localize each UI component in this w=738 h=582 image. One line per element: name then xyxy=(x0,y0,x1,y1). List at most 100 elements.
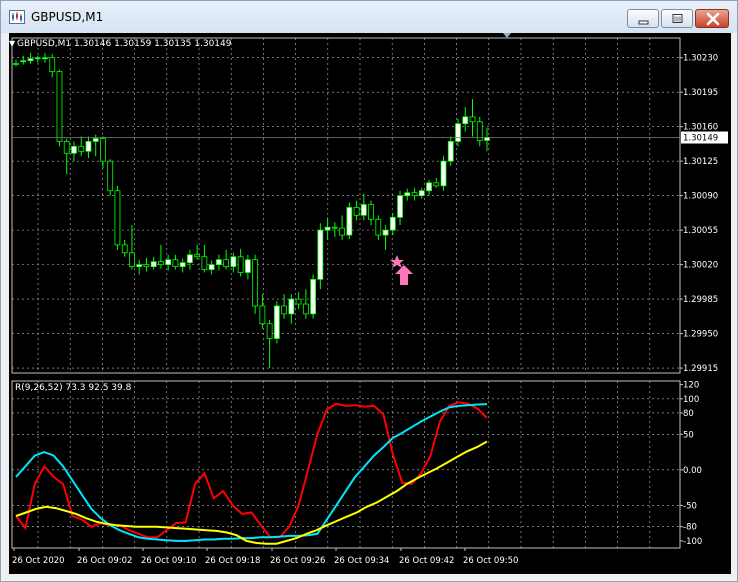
current-price-label: 1.30149 xyxy=(683,134,718,144)
candle-body xyxy=(469,116,476,123)
price-label: 1.29950 xyxy=(683,330,718,340)
main-chart-grid xyxy=(11,33,681,549)
candle-body xyxy=(208,264,215,270)
candle-body xyxy=(426,182,432,192)
buy-signal xyxy=(390,255,413,285)
indicator-level-label: 50 xyxy=(683,430,694,440)
candle-body xyxy=(244,259,251,273)
candle-body xyxy=(187,254,193,264)
candle-body xyxy=(397,195,403,218)
indicator-lines xyxy=(15,401,488,545)
indicator-level-label: 80 xyxy=(683,409,694,419)
time-label: 26 Oct 09:50 xyxy=(463,556,518,566)
candle-body xyxy=(368,204,374,220)
chart-window-icon xyxy=(9,10,25,24)
candle-body xyxy=(121,244,128,254)
candle-body xyxy=(114,190,121,246)
signal-star-icon xyxy=(390,255,404,268)
time-axis: 26 Oct 2020 26 Oct 09:02 26 Oct 09:10 26 Oc… xyxy=(12,548,518,566)
candle-body xyxy=(266,323,273,339)
minimize-button[interactable] xyxy=(627,9,659,28)
candle-body xyxy=(317,229,324,280)
indicator-axis: 120 100 80 50 0.00 -50 -80 -100 xyxy=(680,381,702,547)
time-label: 26 Oct 09:02 xyxy=(77,556,132,566)
candle-body xyxy=(158,261,164,266)
indicator-level-label: 120 xyxy=(683,381,699,391)
candle-body xyxy=(56,71,63,142)
indicator-title: R(9,26,52) 73.3 92.5 39.8 xyxy=(15,383,132,393)
time-label: 26 Oct 09:26 xyxy=(270,556,325,566)
candle-body xyxy=(20,60,27,63)
price-label: 1.30195 xyxy=(683,88,718,98)
candle-body xyxy=(237,256,244,273)
close-button[interactable] xyxy=(695,9,729,28)
chart-header: GBPUSD,M1 1.30146 1.30159 1.30135 1.3014… xyxy=(17,39,232,49)
price-label: 1.29985 xyxy=(683,295,718,305)
candle-body xyxy=(42,57,48,60)
candlestick-series xyxy=(13,52,490,369)
chart-area[interactable]: GBPUSD,M1 1.30146 1.30159 1.30135 1.3014… xyxy=(9,33,731,574)
maximize-button[interactable] xyxy=(661,9,693,28)
indicator-level-label: -100 xyxy=(683,537,702,547)
candle-body xyxy=(259,305,266,325)
candle-body xyxy=(375,218,382,236)
indicator-line xyxy=(15,403,488,542)
shift-marker-icon[interactable] xyxy=(503,33,511,38)
price-label: 1.30055 xyxy=(683,226,718,236)
time-label: 26 Oct 2020 xyxy=(12,556,65,566)
title-bar[interactable]: GBPUSD,M1 xyxy=(1,1,737,33)
candle-body xyxy=(411,192,418,197)
candle-body xyxy=(433,182,440,187)
time-label: 26 Oct 09:10 xyxy=(141,556,196,566)
candle-body xyxy=(179,262,186,267)
candle-body xyxy=(129,252,135,267)
price-label: 1.30020 xyxy=(683,261,718,271)
candle-body xyxy=(455,123,461,142)
candle-body xyxy=(49,57,56,72)
price-label: 1.30090 xyxy=(683,192,718,202)
close-icon xyxy=(706,12,720,26)
candle-body xyxy=(310,278,316,315)
candle-body xyxy=(13,63,19,66)
candle-body xyxy=(34,57,41,60)
candle-body xyxy=(404,192,411,197)
candle-body xyxy=(252,259,259,307)
indicator-level-label: -50 xyxy=(683,501,697,511)
time-label: 26 Oct 09:42 xyxy=(399,556,454,566)
chart-canvas[interactable]: GBPUSD,M1 1.30146 1.30159 1.30135 1.3014… xyxy=(9,33,731,574)
chart-window: GBPUSD,M1 GBPUSD,M1 1.30146 1.30159 1.30… xyxy=(0,0,738,582)
indicator-level-label: -80 xyxy=(683,523,697,533)
candle-body xyxy=(447,141,454,162)
price-label: 1.30160 xyxy=(683,123,718,133)
candle-body xyxy=(85,141,92,152)
candle-body xyxy=(107,160,114,192)
buy-arrow-icon xyxy=(395,265,413,285)
indicator-level-label: 0.00 xyxy=(683,466,702,476)
chart-header-collapse-icon[interactable]: ▼ xyxy=(9,39,16,48)
indicator-level-label: 100 xyxy=(683,395,699,405)
candle-body xyxy=(150,261,157,267)
candle-body xyxy=(172,259,179,267)
candle-body xyxy=(440,160,447,187)
candle-body xyxy=(230,256,237,267)
candle-body xyxy=(71,145,77,154)
candle-body xyxy=(331,226,338,229)
price-label: 1.29915 xyxy=(683,364,718,374)
candle-body xyxy=(194,254,201,258)
candle-body xyxy=(484,137,490,141)
candle-body xyxy=(382,229,389,236)
candle-body xyxy=(78,145,85,152)
candle-body xyxy=(288,298,295,315)
candle-body xyxy=(165,259,172,266)
candle-body xyxy=(346,207,353,236)
candle-body xyxy=(136,264,143,267)
candle-body xyxy=(353,207,360,216)
candle-body xyxy=(281,305,288,315)
candle-body xyxy=(295,298,302,305)
candle-body xyxy=(339,227,345,236)
candle-body xyxy=(389,216,396,231)
candle-body xyxy=(302,303,309,315)
candle-body xyxy=(462,116,469,125)
candle-body xyxy=(273,305,280,339)
minimize-icon xyxy=(638,20,649,25)
